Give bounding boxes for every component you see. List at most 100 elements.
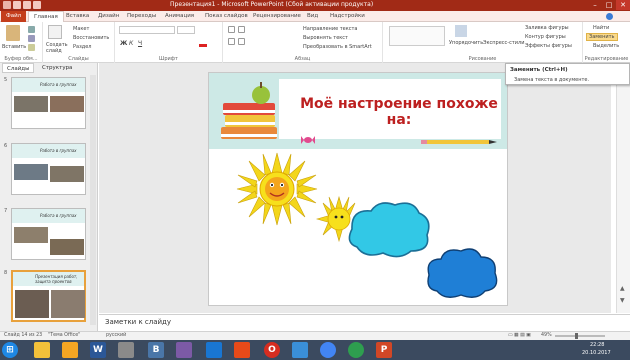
- video-icon[interactable]: [234, 342, 250, 358]
- thumb-photo: [14, 96, 48, 112]
- reset-button[interactable]: Восстановить: [73, 35, 109, 41]
- theme-name: "Тема Office": [48, 333, 81, 338]
- tab-file[interactable]: Файл: [1, 11, 27, 22]
- tab-insert[interactable]: Вставка: [66, 11, 89, 22]
- shapes-gallery[interactable]: [389, 26, 445, 46]
- zoom-slider[interactable]: [555, 335, 605, 337]
- next-slide-icon[interactable]: ▼: [620, 297, 625, 304]
- arrange-button[interactable]: Упорядочить: [449, 40, 483, 46]
- numbering-icon[interactable]: [238, 26, 245, 33]
- powerpoint-taskbar-icon[interactable]: P: [376, 342, 392, 358]
- underline-button[interactable]: Ч: [138, 40, 142, 47]
- replace-button[interactable]: Заменить: [586, 33, 618, 41]
- tab-review[interactable]: Рецензирование: [253, 11, 301, 22]
- ribbon: Вставить Буфер обм... Создать слайд Маке…: [0, 22, 630, 63]
- title-banner: Моё настроение похоже на:: [279, 79, 501, 139]
- tab-slideshow[interactable]: Показ слайдов: [205, 11, 248, 22]
- tooltip-body: Замена текста в документе.: [514, 77, 590, 83]
- tab-addins[interactable]: Надстройки: [330, 11, 365, 22]
- font-group-label: Шрифт: [159, 56, 178, 62]
- chat-icon[interactable]: [348, 342, 364, 358]
- thumb-photo: [51, 290, 85, 318]
- check-icon[interactable]: [206, 342, 222, 358]
- tab-transitions[interactable]: Переходы: [127, 11, 156, 22]
- prev-slide-icon[interactable]: ▲: [620, 285, 625, 292]
- zoom-level[interactable]: 49%: [541, 333, 552, 338]
- thumb-number: 8: [4, 270, 8, 276]
- font-name-box[interactable]: [119, 26, 175, 34]
- start-button[interactable]: ⊞: [2, 342, 18, 358]
- minimize-button[interactable]: –: [588, 0, 602, 10]
- layout-button[interactable]: Макет: [73, 26, 89, 32]
- thumb-title: Работа в группах: [40, 213, 77, 218]
- slide-thumbnail[interactable]: Работа в группах: [11, 77, 86, 129]
- shape-fill-button[interactable]: Заливка фигуры: [525, 25, 569, 31]
- folder-icon[interactable]: [62, 342, 78, 358]
- taskbar: ⊞ W В O P 22:28 20.10.2017: [0, 340, 630, 360]
- new-slide-button[interactable]: Создать слайд: [46, 42, 68, 54]
- tab-slides[interactable]: Слайды: [2, 63, 35, 73]
- font-color-icon[interactable]: [199, 39, 207, 47]
- slide-thumbnail-selected[interactable]: Презентация работ, защита проектов: [11, 270, 86, 322]
- save-icon[interactable]: [13, 1, 21, 9]
- slide-counter: Слайд 14 из 23: [4, 333, 43, 338]
- slide-thumbnail[interactable]: Работа в группах: [11, 143, 86, 195]
- replace-tooltip: Заменить (Ctrl+H) Замена текста в докуме…: [505, 63, 630, 85]
- thumb-title: Работа в группах: [40, 148, 77, 153]
- thumb-number: 7: [4, 208, 8, 214]
- italic-button[interactable]: К: [129, 40, 133, 47]
- tab-view[interactable]: Вид: [307, 11, 318, 22]
- close-button[interactable]: ✕: [616, 0, 630, 10]
- slides-panel: Слайды Структура 5 Работа в группах 6 Ра…: [0, 63, 98, 331]
- thumb-number: 6: [4, 143, 8, 149]
- tab-animation[interactable]: Анимация: [165, 11, 194, 22]
- format-painter-icon[interactable]: [28, 44, 35, 51]
- shape-outline-button[interactable]: Контур фигуры: [525, 34, 566, 40]
- select-button[interactable]: Выделить: [593, 43, 619, 49]
- quick-styles-button[interactable]: Экспресс-стили: [483, 40, 524, 46]
- paste-button[interactable]: Вставить: [2, 44, 26, 50]
- section-button[interactable]: Раздел: [73, 44, 91, 50]
- align-left-icon[interactable]: [228, 38, 235, 45]
- language-indicator[interactable]: русский: [106, 333, 126, 338]
- tab-design[interactable]: Дизайн: [98, 11, 119, 22]
- tab-outline[interactable]: Структура: [38, 63, 76, 73]
- opera-icon[interactable]: O: [264, 342, 280, 358]
- pen-icon[interactable]: [292, 342, 308, 358]
- find-button[interactable]: Найти: [593, 25, 609, 31]
- clock-date[interactable]: 20.10.2017: [582, 350, 611, 356]
- view-buttons[interactable]: ▭ ▦ ▤ ▣: [508, 333, 531, 338]
- smartart-button[interactable]: Преобразовать в SmartArt: [303, 44, 372, 50]
- vk-icon[interactable]: В: [148, 342, 164, 358]
- text-direction-button[interactable]: Направление текста: [303, 26, 357, 32]
- clock-time[interactable]: 22:28: [590, 342, 604, 348]
- chrome-icon[interactable]: [320, 342, 336, 358]
- cut-icon[interactable]: [28, 26, 35, 33]
- app-icon[interactable]: [118, 342, 134, 358]
- shape-effects-button[interactable]: Эффекты фигуры: [525, 43, 572, 49]
- align-text-button[interactable]: Выровнять текст: [303, 35, 348, 41]
- font-size-box[interactable]: [177, 26, 195, 34]
- thumb-photo: [15, 290, 49, 318]
- slide[interactable]: Моё настроение похоже на:: [208, 72, 508, 306]
- bullets-icon[interactable]: [228, 26, 235, 33]
- bold-button[interactable]: Ж: [120, 40, 127, 47]
- media-icon[interactable]: [176, 342, 192, 358]
- window-title: Презентация1 - Microsoft PowerPoint (Сбо…: [170, 1, 374, 8]
- undo-icon[interactable]: [23, 1, 31, 9]
- panel-scrollbar[interactable]: [90, 75, 96, 325]
- zoom-slider-thumb[interactable]: [575, 333, 578, 339]
- explorer-icon[interactable]: [34, 342, 50, 358]
- slide-title[interactable]: Моё настроение похоже на:: [299, 96, 499, 128]
- powerpoint-app-icon[interactable]: [3, 1, 11, 9]
- word-icon[interactable]: W: [90, 342, 106, 358]
- align-center-icon[interactable]: [238, 38, 245, 45]
- maximize-button[interactable]: □: [602, 0, 616, 10]
- redo-icon[interactable]: [33, 1, 41, 9]
- help-icon[interactable]: [606, 13, 613, 20]
- notes-pane[interactable]: Заметки к слайду: [99, 314, 630, 331]
- slide-scrollbar[interactable]: ▲ ▼: [616, 63, 630, 313]
- slide-thumbnail[interactable]: Работа в группах: [11, 208, 86, 260]
- copy-icon[interactable]: [28, 35, 35, 42]
- ribbon-tabs: Файл Главная Вставка Дизайн Переходы Ани…: [0, 11, 630, 23]
